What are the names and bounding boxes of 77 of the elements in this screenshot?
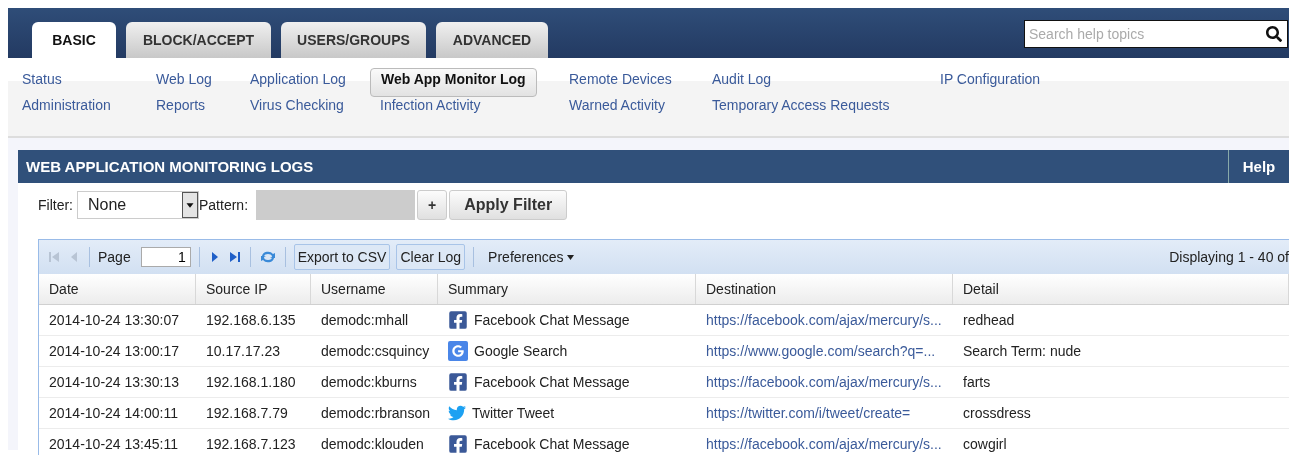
caret-icon [182,192,198,218]
filter-label: Filter: [38,197,73,213]
last-page-icon[interactable] [227,250,242,264]
export-csv-button[interactable]: Export to CSV [293,244,391,270]
destination-link[interactable]: https://facebook.com/ajax/mercury/s... [706,312,942,328]
table-cell-text: 2014-10-24 14:00:11 [48,404,179,423]
table-cell-text: demodc:rbranson [320,404,431,423]
table-cell-text: 2014-10-24 13:30:07 [48,311,180,330]
destination-link[interactable]: https://twitter.com/i/tweet/create= [706,405,911,421]
filter-dropdown[interactable]: None [77,191,199,219]
column-header[interactable]: Source IP [196,274,311,304]
nav-link[interactable]: Temporary Access Requests [712,97,890,123]
column-header[interactable]: Destination [696,274,953,304]
column-header[interactable]: Detail [953,274,1289,304]
facebook-icon [448,310,468,330]
destination-link[interactable]: https://facebook.com/ajax/mercury/s... [706,374,942,390]
caret-icon [566,254,574,260]
facebook-icon [448,434,468,454]
table-cell-text: 192.168.1.180 [205,373,297,392]
tab[interactable]: USERS/GROUPS [281,22,426,58]
nav-link[interactable]: Web Log [156,71,212,97]
preferences-menu[interactable]: Preferences [482,248,580,266]
bird-icon [448,404,466,422]
table-cell-text: demodc:kburns [320,373,418,392]
summary-text: Facebook Chat Message [474,374,630,390]
table-cell-text: redhead [962,311,1016,330]
nav-link[interactable]: Administration [22,97,111,123]
nav-link[interactable]: IP Configuration [940,71,1041,97]
table-cell-text: crossdress [962,404,1032,423]
table-cell-text: 10.17.17.23 [205,342,281,361]
table-cell-text: Search Term: nude [962,342,1083,361]
nav-link[interactable]: Warned Activity [569,97,665,123]
search-icon[interactable] [1266,26,1282,42]
table-cell-text: cowgirl [962,435,1008,454]
summary-text: Twitter Tweet [472,405,555,421]
tab[interactable]: BLOCK/ACCEPT [126,22,271,58]
summary-text: Facebook Chat Message [474,312,630,328]
table-cell-text: demodc:mhall [320,311,410,330]
nav-link[interactable]: Reports [156,97,206,123]
table-cell-text: 2014-10-24 13:45:11 [48,435,179,454]
nav-link[interactable]: Web App Monitor Log [370,68,537,97]
column-header[interactable]: Username [311,274,438,304]
table-cell-text: demodc:csquincy [320,342,431,361]
table-cell-text: 2014-10-24 13:30:13 [48,373,180,392]
table-cell-text: 2014-10-24 13:00:17 [48,342,180,361]
facebook-icon [448,372,468,392]
nav-link[interactable]: Audit Log [712,71,772,97]
column-header[interactable]: Date [39,274,196,304]
display-count: Displaying 1 - 40 of [1169,249,1289,265]
summary-text: Facebook Chat Message [474,436,630,452]
clear-log-button[interactable]: Clear Log [396,244,466,270]
add-button[interactable]: + [417,190,448,220]
summary-text: Google Search [474,343,568,359]
google-icon [448,341,468,361]
table-cell-text: 192.168.7.79 [205,404,289,423]
help-button[interactable]: Help [1228,150,1289,183]
nav-link[interactable]: Application Log [250,71,346,97]
pattern-label: Pattern: [199,197,249,213]
refresh-icon[interactable] [258,250,277,264]
nav-link[interactable]: Remote Devices [569,71,672,97]
table-cell-text: 192.168.7.123 [205,435,297,454]
page-label: Page [98,249,131,265]
tab[interactable]: BASIC [32,22,116,58]
table-cell-text: demodc:klouden [320,435,425,454]
panel-title: WEB APPLICATION MONITORING LOGS [25,158,314,175]
tab[interactable]: ADVANCED [436,22,548,58]
apply-filter-button[interactable]: Apply Filter [449,190,568,220]
nav-link[interactable]: Virus Checking [250,97,344,123]
nav-link[interactable]: Status [22,71,62,97]
destination-link[interactable]: https://www.google.com/search?q=... [706,343,936,359]
nav-link[interactable]: Infection Activity [380,97,481,123]
table-cell-text: farts [962,373,992,392]
column-header[interactable]: Summary [438,274,696,304]
page-field[interactable]: 1 [140,247,191,267]
destination-link[interactable]: https://facebook.com/ajax/mercury/s... [706,436,942,452]
search-field[interactable]: Search help topics [1024,20,1288,48]
table-cell-text: 192.168.6.135 [205,311,297,330]
